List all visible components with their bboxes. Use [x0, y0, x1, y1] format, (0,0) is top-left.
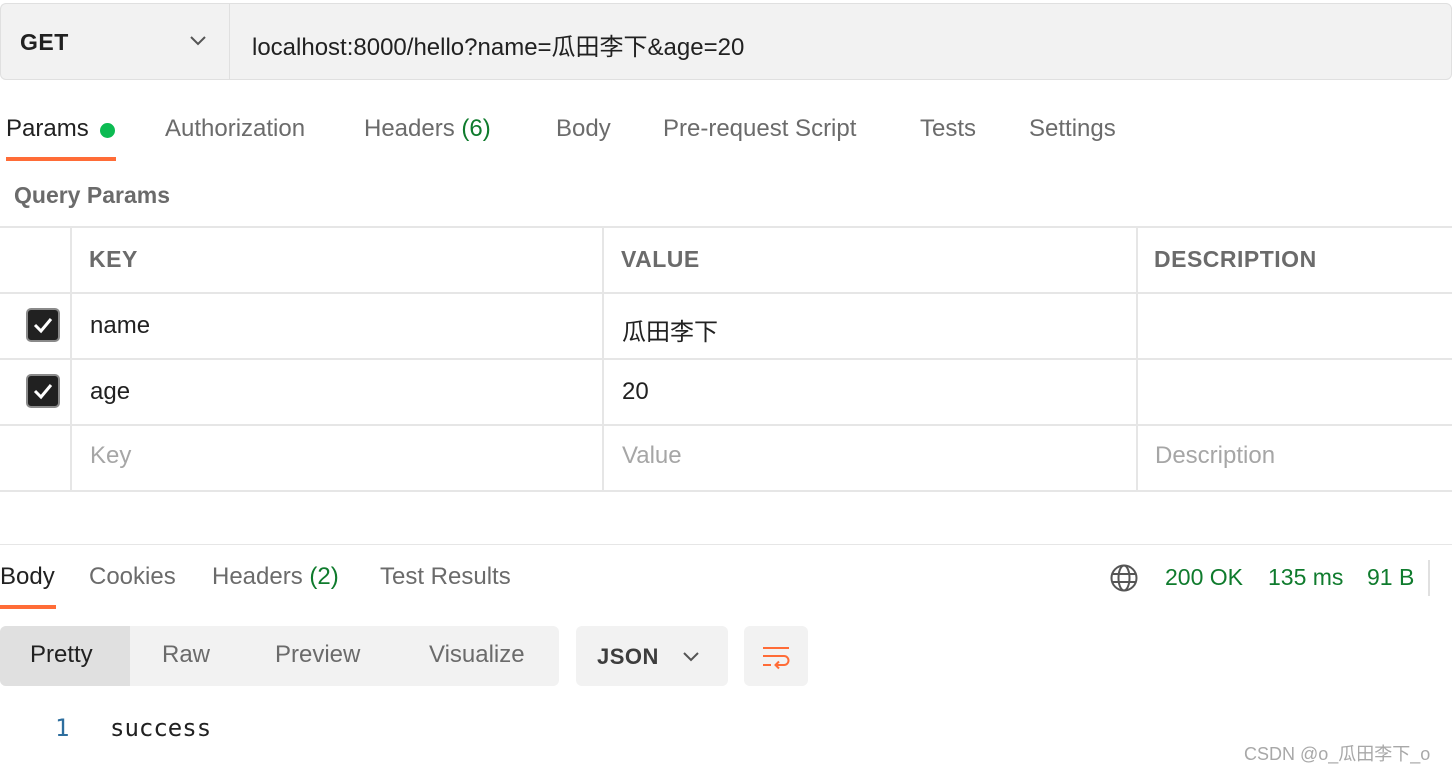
- tab-pre-request-script[interactable]: Pre-request Script: [663, 115, 856, 143]
- view-preview-button[interactable]: Preview: [275, 641, 360, 669]
- table-border-bottom: [0, 490, 1452, 492]
- table-column-divider: [602, 226, 604, 492]
- param-value[interactable]: 瓜田李下: [622, 312, 718, 347]
- status-code[interactable]: 200 OK: [1165, 564, 1243, 591]
- wrap-lines-icon[interactable]: [760, 641, 792, 673]
- url-text[interactable]: localhost:8000/hello?name=瓜田李下&age=20: [252, 27, 744, 62]
- line-number: 1: [55, 714, 70, 742]
- param-key[interactable]: age: [90, 378, 130, 406]
- table-divider: [0, 292, 1452, 294]
- response-headers-count: (2): [309, 563, 339, 590]
- view-pretty-button[interactable]: Pretty: [30, 641, 93, 669]
- column-header-description: DESCRIPTION: [1154, 246, 1317, 272]
- column-header-value: VALUE: [621, 246, 700, 272]
- checkmark-icon: [33, 318, 53, 334]
- tab-test-results[interactable]: Test Results: [380, 563, 511, 591]
- tab-authorization[interactable]: Authorization: [165, 115, 305, 143]
- param-checkbox[interactable]: [26, 374, 60, 408]
- checkmark-icon: [33, 384, 53, 400]
- response-size[interactable]: 91 B: [1367, 564, 1414, 591]
- param-checkbox[interactable]: [26, 308, 60, 342]
- new-key-input[interactable]: Key: [90, 442, 131, 470]
- param-key[interactable]: name: [90, 312, 150, 340]
- response-body-text[interactable]: success: [110, 714, 211, 742]
- active-tab-underline: [6, 157, 116, 161]
- table-border-top: [0, 226, 1452, 228]
- format-selected[interactable]: JSON: [597, 644, 659, 670]
- table-divider: [0, 424, 1452, 426]
- column-header-key: KEY: [89, 246, 138, 272]
- table-divider: [0, 358, 1452, 360]
- tab-cookies[interactable]: Cookies: [89, 563, 176, 591]
- globe-icon[interactable]: [1109, 563, 1139, 593]
- table-column-divider: [70, 226, 72, 492]
- chevron-down-icon[interactable]: [680, 646, 702, 668]
- new-value-input[interactable]: Value: [622, 442, 682, 470]
- tab-response-body[interactable]: Body: [0, 563, 55, 591]
- param-value[interactable]: 20: [622, 378, 649, 406]
- tab-params[interactable]: Params: [6, 115, 89, 143]
- response-time[interactable]: 135 ms: [1268, 564, 1343, 591]
- status-divider: [1428, 560, 1430, 596]
- new-description-input[interactable]: Description: [1155, 442, 1275, 470]
- tab-headers[interactable]: Headers (6): [364, 115, 491, 143]
- query-params-title: Query Params: [14, 182, 170, 208]
- view-raw-button[interactable]: Raw: [162, 641, 210, 669]
- headers-count: (6): [461, 115, 491, 142]
- table-column-divider: [1136, 226, 1138, 492]
- tab-response-headers[interactable]: Headers (2): [212, 563, 339, 591]
- view-visualize-button[interactable]: Visualize: [429, 641, 525, 669]
- method-label[interactable]: GET: [20, 29, 69, 56]
- active-tab-underline: [0, 605, 56, 609]
- tab-tests[interactable]: Tests: [920, 115, 976, 143]
- params-active-dot: [100, 123, 115, 138]
- watermark: CSDN @o_瓜田李下_o: [1244, 744, 1431, 764]
- chevron-down-icon[interactable]: [187, 30, 209, 52]
- tab-settings[interactable]: Settings: [1029, 115, 1116, 143]
- response-divider: [0, 544, 1452, 545]
- tab-body[interactable]: Body: [556, 115, 611, 143]
